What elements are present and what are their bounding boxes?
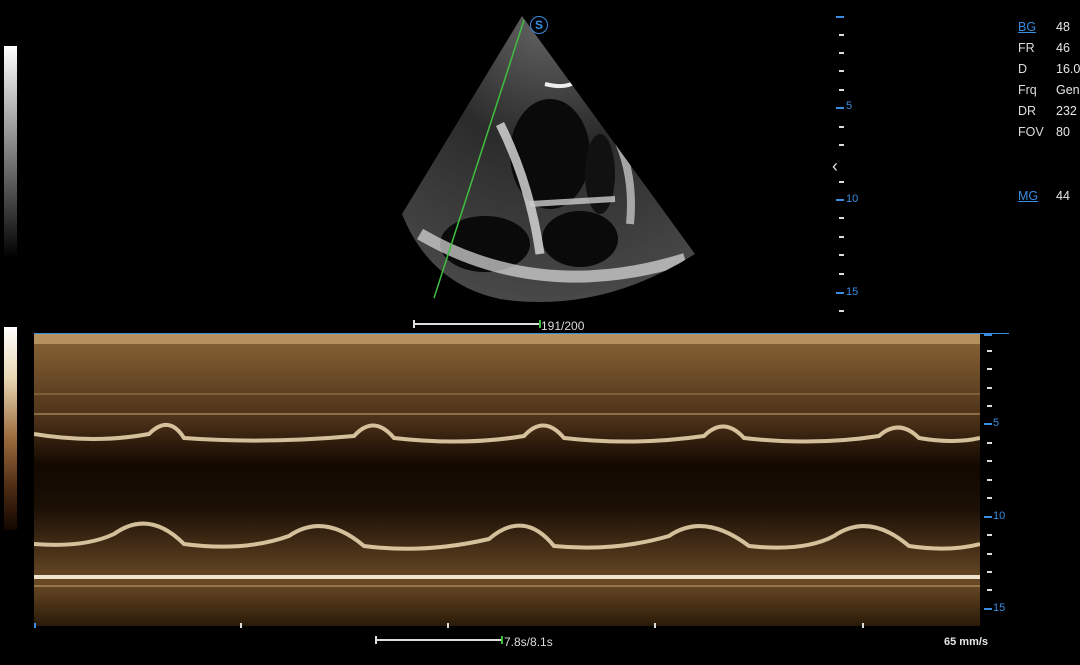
bmode-frame-counter: 191/200: [541, 319, 585, 333]
bmode-depth-label: 5: [846, 100, 853, 112]
mmode-time-ticks: [34, 623, 980, 629]
param-value: 80: [1056, 125, 1070, 139]
mmode-cine-bar[interactable]: [375, 636, 503, 644]
sweep-speed-label: 65 mm/s: [944, 636, 989, 648]
param-value: 48: [1056, 20, 1070, 34]
grayscale-map-bar: [4, 46, 17, 258]
bmode-depth-label: 10: [846, 193, 859, 205]
param-key: Frq: [1018, 83, 1037, 97]
probe-orientation-badge: S: [530, 16, 548, 34]
param-key: DR: [1018, 104, 1037, 118]
mmode-color-map-bar: [4, 327, 17, 530]
param-value: 44: [1056, 189, 1070, 203]
mmode-depth-label: 15: [993, 602, 1006, 614]
bmode-cine-bar[interactable]: [413, 320, 541, 328]
bmode-depth-label: 15: [846, 286, 859, 298]
bmode-sector-image[interactable]: [400, 14, 700, 314]
mmode-depth-label: 5: [993, 417, 1000, 429]
param-value: Gen: [1056, 83, 1080, 97]
param-key: D: [1018, 62, 1028, 76]
param-key: FR: [1018, 41, 1035, 55]
mmode-depth-label: 10: [993, 510, 1006, 522]
param-key[interactable]: BG: [1018, 20, 1036, 34]
param-value: 232: [1056, 104, 1077, 118]
mmode-trace[interactable]: [34, 334, 980, 626]
param-value: 16.0: [1056, 62, 1080, 76]
param-key: FOV: [1018, 125, 1044, 139]
focus-marker-icon[interactable]: ‹: [832, 156, 838, 177]
param-key[interactable]: MG: [1018, 189, 1038, 203]
mmode-time-counter: 7.8s/8.1s: [504, 635, 553, 649]
param-value: 46: [1056, 41, 1070, 55]
